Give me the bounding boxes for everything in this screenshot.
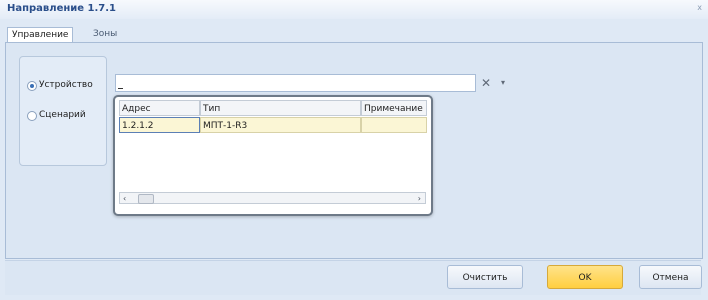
radio-scenario-label: Сценарий	[39, 110, 86, 120]
radio-scenario[interactable]: Сценарий	[27, 110, 107, 122]
text-caret	[118, 77, 123, 89]
dialog-window: Направление 1.7.1 x Управление Зоны Устр…	[0, 0, 708, 300]
clear-icon[interactable]: ✕	[479, 76, 493, 90]
radio-device[interactable]: Устройство	[27, 80, 107, 92]
scrollbar-thumb[interactable]	[138, 194, 154, 204]
chevron-down-icon[interactable]: ▾	[497, 76, 509, 90]
radio-selected-icon[interactable]	[27, 81, 37, 91]
device-dropdown-popup: Адрес Тип Примечание 1.2.1.2 МПТ-1-R3 ‹ …	[113, 95, 433, 216]
horizontal-scrollbar[interactable]: ‹ ›	[119, 192, 426, 204]
ok-button[interactable]: OK	[547, 265, 623, 289]
column-header-type[interactable]: Тип	[200, 100, 361, 116]
clear-button[interactable]: Очистить	[447, 265, 523, 289]
source-radio-group: Устройство Сценарий	[19, 56, 107, 166]
scroll-right-icon[interactable]: ›	[418, 194, 421, 203]
cancel-button[interactable]: Отмена	[639, 265, 702, 289]
tab-zones[interactable]: Зоны	[89, 27, 121, 41]
title-bar: Направление 1.7.1 x	[0, 0, 708, 19]
table-cell-type[interactable]: МПТ-1-R3	[200, 117, 361, 133]
window-title: Направление 1.7.1	[7, 3, 117, 14]
table-cell-note[interactable]	[361, 117, 427, 133]
table-cell-address[interactable]: 1.2.1.2	[119, 117, 200, 133]
column-header-address[interactable]: Адрес	[119, 100, 200, 116]
radio-device-label: Устройство	[39, 80, 93, 90]
close-icon[interactable]: x	[697, 3, 702, 12]
device-combobox[interactable]	[115, 74, 476, 92]
radio-unselected-icon[interactable]	[27, 111, 37, 121]
tab-control[interactable]: Управление	[7, 27, 74, 42]
column-header-note[interactable]: Примечание	[361, 100, 427, 116]
scroll-left-icon[interactable]: ‹	[123, 194, 126, 203]
